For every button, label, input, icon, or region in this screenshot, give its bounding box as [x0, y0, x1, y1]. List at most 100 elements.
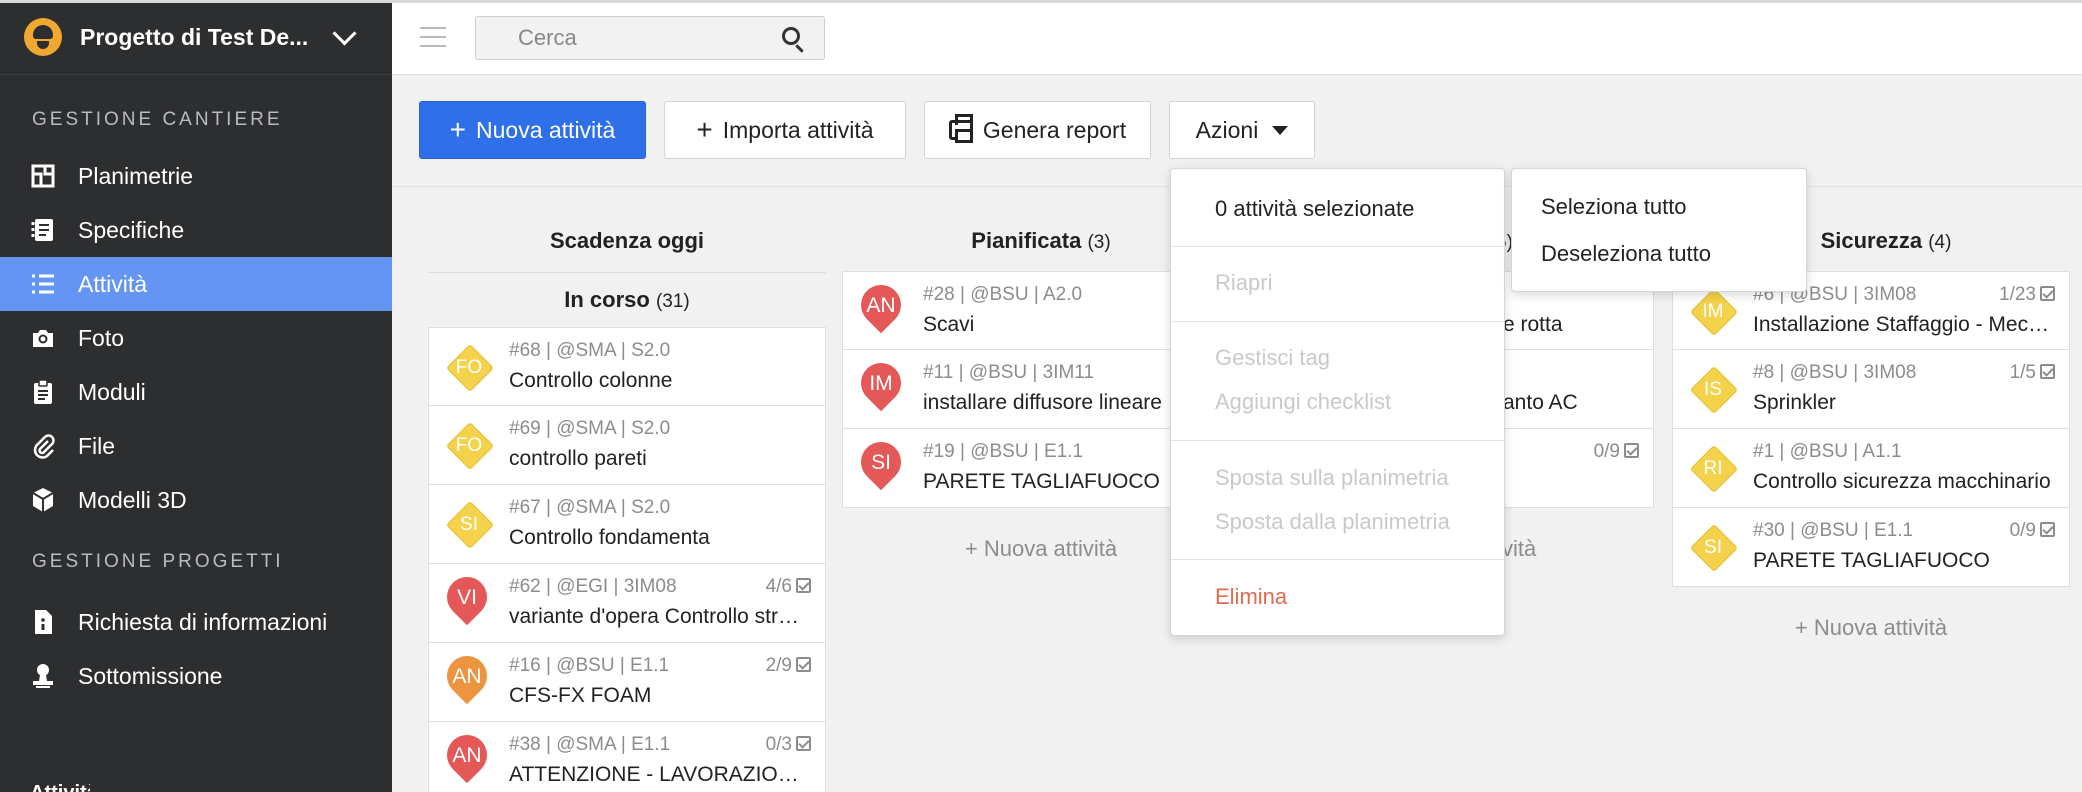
checklist-count: 1/5 — [2010, 362, 2055, 384]
menu-item-manage-tags[interactable]: Gestisci tag — [1215, 345, 1330, 371]
sidebar-item-attivita[interactable]: Attività — [0, 257, 392, 311]
import-tasks-button[interactable]: + Importa attività — [664, 101, 906, 159]
add-task-link[interactable]: + Nuova attività — [1672, 615, 2070, 641]
selection-submenu: Seleziona tutto Deseleziona tutto — [1511, 168, 1807, 292]
task-title: Installazione Staffaggio - Mecc… — [1753, 313, 2059, 336]
list-icon — [30, 271, 56, 297]
project-name: Progetto di Test De... — [80, 23, 309, 50]
sidebar-item-planimetrie[interactable]: Planimetrie — [0, 149, 392, 203]
menu-item-deselect-all[interactable]: Deseleziona tutto — [1541, 241, 1711, 267]
actions-label: Azioni — [1195, 116, 1259, 143]
project-switcher[interactable]: Progetto di Test De... — [0, 0, 392, 75]
task-badge: AN — [445, 733, 489, 791]
task-badge: VI — [445, 575, 489, 633]
sidebar-item-modelli-3d[interactable]: Modelli 3D — [0, 473, 392, 527]
top-border — [0, 0, 2082, 3]
menu-divider — [1171, 321, 1504, 322]
task-meta: #68 | @SMA | S2.0 — [509, 340, 671, 361]
cube-icon — [30, 487, 56, 513]
new-task-label: Nuova attività — [476, 116, 616, 143]
checklist-count: 4/6 — [766, 576, 811, 598]
checkbox-icon — [796, 736, 811, 751]
sidebar-item-rfi[interactable]: Richiesta di informazioni — [0, 595, 392, 649]
new-task-button[interactable]: + Nuova attività — [419, 101, 646, 159]
chevron-down-icon[interactable] — [330, 22, 360, 52]
hamburger-menu-icon[interactable] — [420, 27, 446, 49]
task-title: controllo pareti — [509, 447, 647, 470]
task-card[interactable]: FO #68 | @SMA | S2.0 Controllo colonne — [428, 327, 826, 406]
project-logo-icon — [24, 18, 62, 56]
task-meta: #1 | @BSU | A1.1 — [1753, 441, 1902, 462]
sidebar-item-label: Planimetrie — [78, 162, 194, 189]
checkbox-icon — [796, 657, 811, 672]
sidebar-item-moduli[interactable]: Moduli — [0, 365, 392, 419]
checkbox-icon — [796, 578, 811, 593]
task-title: variante d'opera Controllo str… — [509, 605, 799, 628]
task-title: Controllo sicurezza macchinario — [1753, 470, 2051, 493]
task-card[interactable]: SI #67 | @SMA | S2.0 Controllo fondament… — [428, 485, 826, 564]
task-card[interactable]: AN #16 | @BSU | E1.1 2/9 CFS-FX FOAM — [428, 643, 826, 722]
actions-button[interactable]: Azioni — [1169, 101, 1315, 159]
import-tasks-label: Importa attività — [722, 116, 874, 143]
search-icon[interactable] — [782, 27, 800, 45]
task-badge: SI — [859, 440, 903, 498]
task-badge: IM — [1691, 289, 1735, 333]
task-meta: #28 | @BSU | A2.0 — [923, 284, 1083, 305]
task-card[interactable]: IS #8 | @BSU | 3IM08 1/5 Sprinkler — [1672, 350, 2070, 429]
card-list: FO #68 | @SMA | S2.0 Controllo colonne F… — [428, 327, 826, 792]
task-meta: #11 | @BSU | 3IM11 — [923, 362, 1095, 383]
task-card[interactable]: VI #62 | @EGI | 3IM08 4/6 variante d'ope… — [428, 564, 826, 643]
checklist-count: 0/9 — [2010, 520, 2055, 542]
sidebar-item-foto[interactable]: Foto — [0, 311, 392, 365]
clipboard-icon — [30, 379, 56, 405]
selected-count[interactable]: 0 attività selezionate — [1215, 196, 1414, 222]
search-box — [475, 16, 825, 60]
task-card[interactable]: SI #30 | @BSU | E1.1 0/9 PARETE TAGLIAFU… — [1672, 508, 2070, 587]
task-badge: FO — [447, 423, 491, 467]
task-card[interactable]: FO #69 | @SMA | S2.0 controllo pareti — [428, 406, 826, 485]
task-meta: #30 | @BSU | E1.1 — [1753, 520, 1914, 541]
stamp-icon — [30, 663, 56, 689]
column-title-text: Sicurezza — [1820, 228, 1923, 253]
sidebar-item-sottomissione[interactable]: Sottomissione — [0, 649, 392, 703]
task-meta: #69 | @SMA | S2.0 — [509, 418, 671, 439]
task-card[interactable]: AN #38 | @SMA | E1.1 0/3 ATTENZIONE - LA… — [428, 722, 826, 792]
actions-dropdown: 0 attività selezionate Riapri Gestisci t… — [1170, 168, 1505, 636]
task-title: Controllo fondamenta — [509, 526, 710, 549]
menu-item-reopen[interactable]: Riapri — [1215, 270, 1272, 296]
column-title-text: Pianificata — [971, 228, 1082, 253]
generate-report-button[interactable]: Genera report — [924, 101, 1151, 159]
column-count: (4) — [1928, 232, 1952, 253]
task-badge: IM — [859, 361, 903, 419]
menu-item-delete[interactable]: Elimina — [1215, 584, 1287, 610]
task-title: Controllo colonne — [509, 369, 673, 392]
sidebar-item-label: Moduli — [78, 378, 146, 405]
task-card[interactable]: RI #1 | @BSU | A1.1 Controllo sicurezza … — [1672, 429, 2070, 508]
task-badge: FO — [447, 345, 491, 389]
menu-item-move-from-plan[interactable]: Sposta dalla planimetria — [1215, 509, 1450, 535]
sidebar-item-file[interactable]: File — [0, 419, 392, 473]
sidebar-item-label: Sottomissione — [78, 662, 223, 689]
checklist-count: 0/9 — [1594, 441, 1639, 463]
camera-icon — [30, 325, 56, 351]
plus-icon: + — [696, 114, 713, 145]
search-input[interactable] — [476, 17, 766, 59]
sidebar-item-label: Richiesta di informazioni — [78, 608, 328, 635]
menu-item-add-checklist[interactable]: Aggiungi checklist — [1215, 389, 1391, 415]
column-count: (3) — [1087, 232, 1111, 253]
checkbox-icon — [2040, 522, 2055, 537]
task-badge: SI — [447, 502, 491, 546]
checkbox-icon — [2040, 364, 2055, 379]
task-badge: RI — [1691, 446, 1735, 490]
menu-item-move-on-plan[interactable]: Sposta sulla planimetria — [1215, 465, 1449, 491]
specs-icon — [30, 217, 56, 243]
checkbox-icon — [1624, 443, 1639, 458]
task-title: e rotta — [1503, 313, 1563, 336]
sidebar-item-specifiche[interactable]: Specifiche — [0, 203, 392, 257]
section-title-projects: GESTIONE PROGETTI — [32, 551, 284, 572]
menu-item-select-all[interactable]: Seleziona tutto — [1541, 194, 1687, 220]
report-label: Genera report — [982, 116, 1127, 143]
subcolumn-title: In corso (31) — [428, 287, 826, 313]
task-meta: #38 | @SMA | E1.1 — [509, 734, 671, 755]
floorplan-icon — [30, 163, 56, 189]
